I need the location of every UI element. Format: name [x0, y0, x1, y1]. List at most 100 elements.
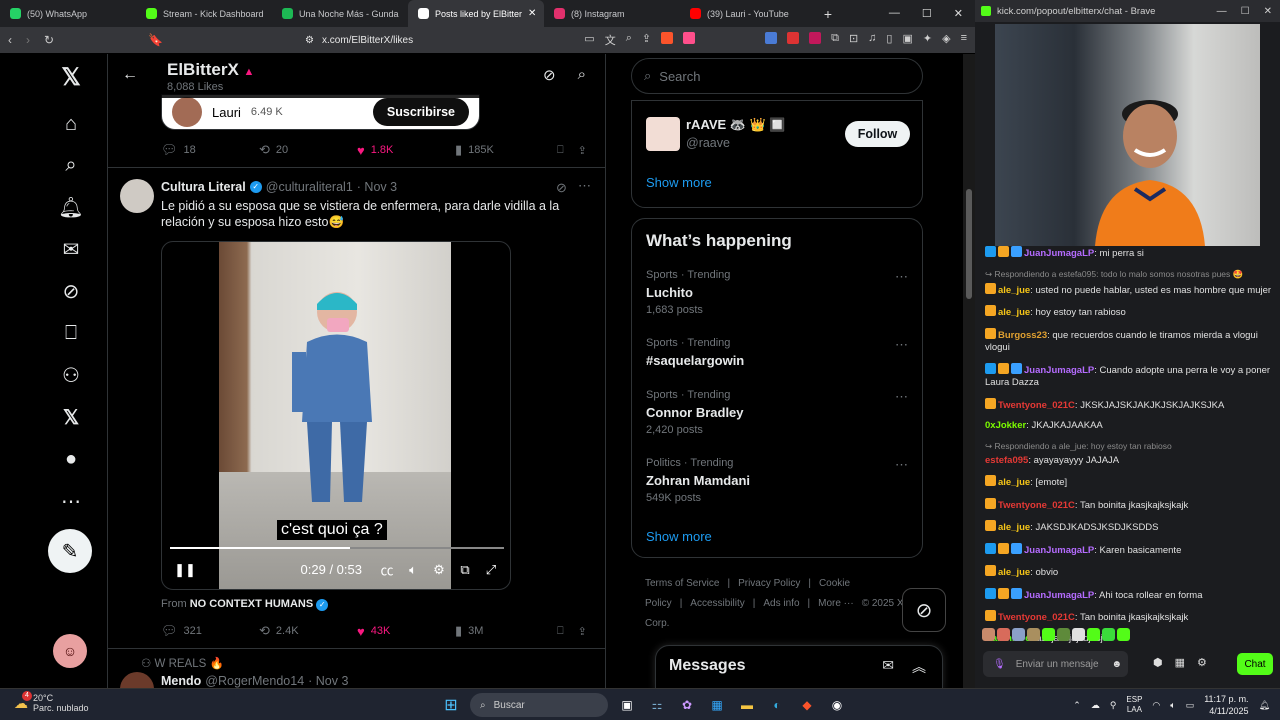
share-icon[interactable]: ⇪	[578, 144, 587, 157]
footer-link[interactable]: Ads info	[763, 598, 799, 609]
close-window-button[interactable]: ✕	[954, 7, 963, 20]
emote-icon[interactable]	[1042, 628, 1055, 641]
file-explorer-icon[interactable]: ▬	[736, 694, 758, 716]
chat-username[interactable]: ale_jue	[998, 285, 1030, 296]
reload-icon[interactable]: ↻	[44, 33, 54, 47]
chat-username[interactable]: JuanJumagaLP	[1024, 590, 1094, 601]
sidebar-toggle-icon[interactable]: ▯	[886, 32, 892, 48]
search-icon[interactable]: ⌕	[578, 66, 586, 84]
chat-send-button[interactable]: Chat	[1237, 653, 1273, 675]
translate-icon[interactable]: 文	[605, 32, 616, 48]
battery-icon[interactable]: ▭	[1186, 700, 1195, 711]
gift-icon[interactable]: ▦	[1175, 656, 1185, 669]
author-avatar[interactable]	[120, 672, 154, 688]
share-icon[interactable]: ⇪	[578, 625, 587, 638]
brave-rewards-icon[interactable]	[683, 32, 696, 44]
maximize-button[interactable]: ☐	[922, 7, 932, 20]
premium-x-icon[interactable]: 𝕏	[58, 404, 84, 430]
like-button[interactable]: ♥ 1.8K	[357, 143, 455, 158]
trend-more-icon[interactable]: ⋯	[895, 337, 908, 353]
trend-more-icon[interactable]: ⋯	[895, 457, 908, 473]
trend-item[interactable]: Politics · Trending Zohran Mamdani 549K …	[646, 457, 916, 504]
obs-icon[interactable]: ◉	[826, 694, 848, 716]
author-handle[interactable]: @RogerMendo14	[205, 674, 304, 688]
suggested-account-name[interactable]: rAAVE 🦝 👑 🔲	[686, 117, 786, 133]
author-handle[interactable]: @culturaliteral1	[266, 180, 353, 194]
trend-more-icon[interactable]: ⋯	[895, 269, 908, 285]
forward-icon[interactable]: ›	[26, 33, 30, 47]
chat-username[interactable]: 0xJokker	[985, 420, 1026, 431]
chat-username[interactable]: JuanJumagaLP	[1024, 248, 1094, 259]
wallet-icon[interactable]: ▣	[902, 32, 912, 48]
repost-button[interactable]: ⟲ 20	[259, 142, 357, 158]
emote-icon[interactable]	[1072, 628, 1085, 641]
emote-icon[interactable]	[1012, 628, 1025, 641]
show-hidden-icons[interactable]: ⌃	[1073, 700, 1081, 711]
bookmark-icon[interactable]: ⎕	[557, 625, 564, 638]
bookmark-icon[interactable]: 🔖	[148, 33, 163, 47]
extension-translate-icon[interactable]	[765, 32, 778, 44]
notifications-icon[interactable]: 🔔︎	[1259, 700, 1270, 711]
trend-item[interactable]: Sports · Trending Luchito 1,683 posts ⋯	[646, 269, 916, 316]
chat-username[interactable]: ale_jue	[998, 477, 1030, 488]
author-name[interactable]: Cultura Literal	[161, 180, 246, 194]
screenshot-icon[interactable]: ⊡	[849, 32, 858, 48]
network-icon[interactable]: ⚲	[1110, 700, 1117, 711]
back-icon[interactable]: ‹	[8, 33, 12, 47]
microphone-icon[interactable]: 🎙︎	[993, 659, 1006, 670]
brave-icon[interactable]: ◆	[796, 694, 818, 716]
menu-icon[interactable]: ≡	[961, 32, 967, 48]
captions-icon[interactable]: ㏄	[374, 560, 400, 579]
chat-username[interactable]: Twentyone_021C	[998, 612, 1075, 623]
edge-icon[interactable]: ◐	[766, 694, 788, 716]
bookmarks-icon[interactable]: ⎕	[58, 320, 84, 346]
suggested-account-avatar[interactable]	[646, 117, 680, 151]
settings-icon[interactable]: ⚙	[1197, 656, 1207, 669]
maximize-button[interactable]: ☐	[1241, 6, 1250, 17]
embedded-channel-card[interactable]: Lauri 6.49 K Suscribirse	[161, 94, 480, 130]
extensions-icon[interactable]: ⧉	[831, 32, 839, 48]
widgets-icon[interactable]: ⚏	[646, 694, 668, 716]
task-view-icon[interactable]: ▣	[616, 694, 638, 716]
close-tab-icon[interactable]: ✕	[528, 8, 536, 19]
cast-icon[interactable]: ▭	[584, 32, 594, 48]
video-player[interactable]: c'est quoi ça ? ❚❚ 0:29 / 0:53 ㏄ 🔈︎ ⚙ ⧉ …	[161, 241, 511, 590]
chat-username[interactable]: Twentyone_021C	[998, 500, 1075, 511]
views-button[interactable]: ▮ 3M	[455, 623, 553, 639]
bookmark-icon[interactable]: ⎕	[557, 144, 564, 157]
home-icon[interactable]: ⌂	[58, 111, 84, 137]
media-icon[interactable]: ♫	[868, 32, 876, 48]
footer-link[interactable]: Privacy Policy	[738, 578, 800, 589]
chat-username[interactable]: ale_jue	[998, 522, 1030, 533]
tweet-date[interactable]: · Nov 3	[308, 674, 348, 688]
zoom-icon[interactable]: ⌕	[626, 32, 632, 48]
chat-username[interactable]: ale_jue	[998, 307, 1030, 318]
more-icon[interactable]: ⋯	[58, 488, 84, 514]
browser-tab[interactable]: (8) Instagram	[544, 0, 680, 27]
page-scrollbar[interactable]	[963, 54, 975, 688]
extension-m-icon[interactable]	[809, 32, 822, 44]
close-window-button[interactable]: ✕	[1264, 6, 1272, 17]
like-button[interactable]: ♥ 43K	[357, 624, 455, 639]
chat-username[interactable]: JuanJumagaLP	[1024, 545, 1094, 556]
show-more-link[interactable]: Show more	[646, 529, 712, 544]
copilot-icon[interactable]: ✿	[676, 694, 698, 716]
reply-button[interactable]: 💬︎ 18	[161, 142, 259, 158]
show-more-link[interactable]: Show more	[646, 175, 712, 190]
follow-button[interactable]: Follow	[845, 121, 910, 147]
views-button[interactable]: ▮ 185K	[455, 142, 553, 158]
reply-button[interactable]: 💬︎ 321	[161, 623, 259, 639]
fullscreen-icon[interactable]: ⤢	[478, 562, 504, 578]
store-icon[interactable]: ▦	[706, 694, 728, 716]
leo-icon[interactable]: ✦	[923, 32, 932, 48]
trend-item[interactable]: Sports · Trending Connor Bradley 2,420 p…	[646, 389, 916, 436]
source-name[interactable]: NO CONTEXT HUMANS	[190, 598, 313, 610]
communities-icon[interactable]: ⚇	[58, 362, 84, 388]
volume-icon[interactable]: 🔈︎	[1170, 700, 1175, 711]
new-message-icon[interactable]: ✉	[882, 657, 894, 677]
chat-input[interactable]: 🎙︎ Enviar un mensaje ☻	[983, 651, 1128, 677]
more-options-icon[interactable]: ⋯	[578, 178, 591, 194]
emote-icon[interactable]	[1057, 628, 1070, 641]
minimize-button[interactable]: —	[889, 7, 900, 20]
brave-shield-icon[interactable]	[661, 32, 674, 44]
